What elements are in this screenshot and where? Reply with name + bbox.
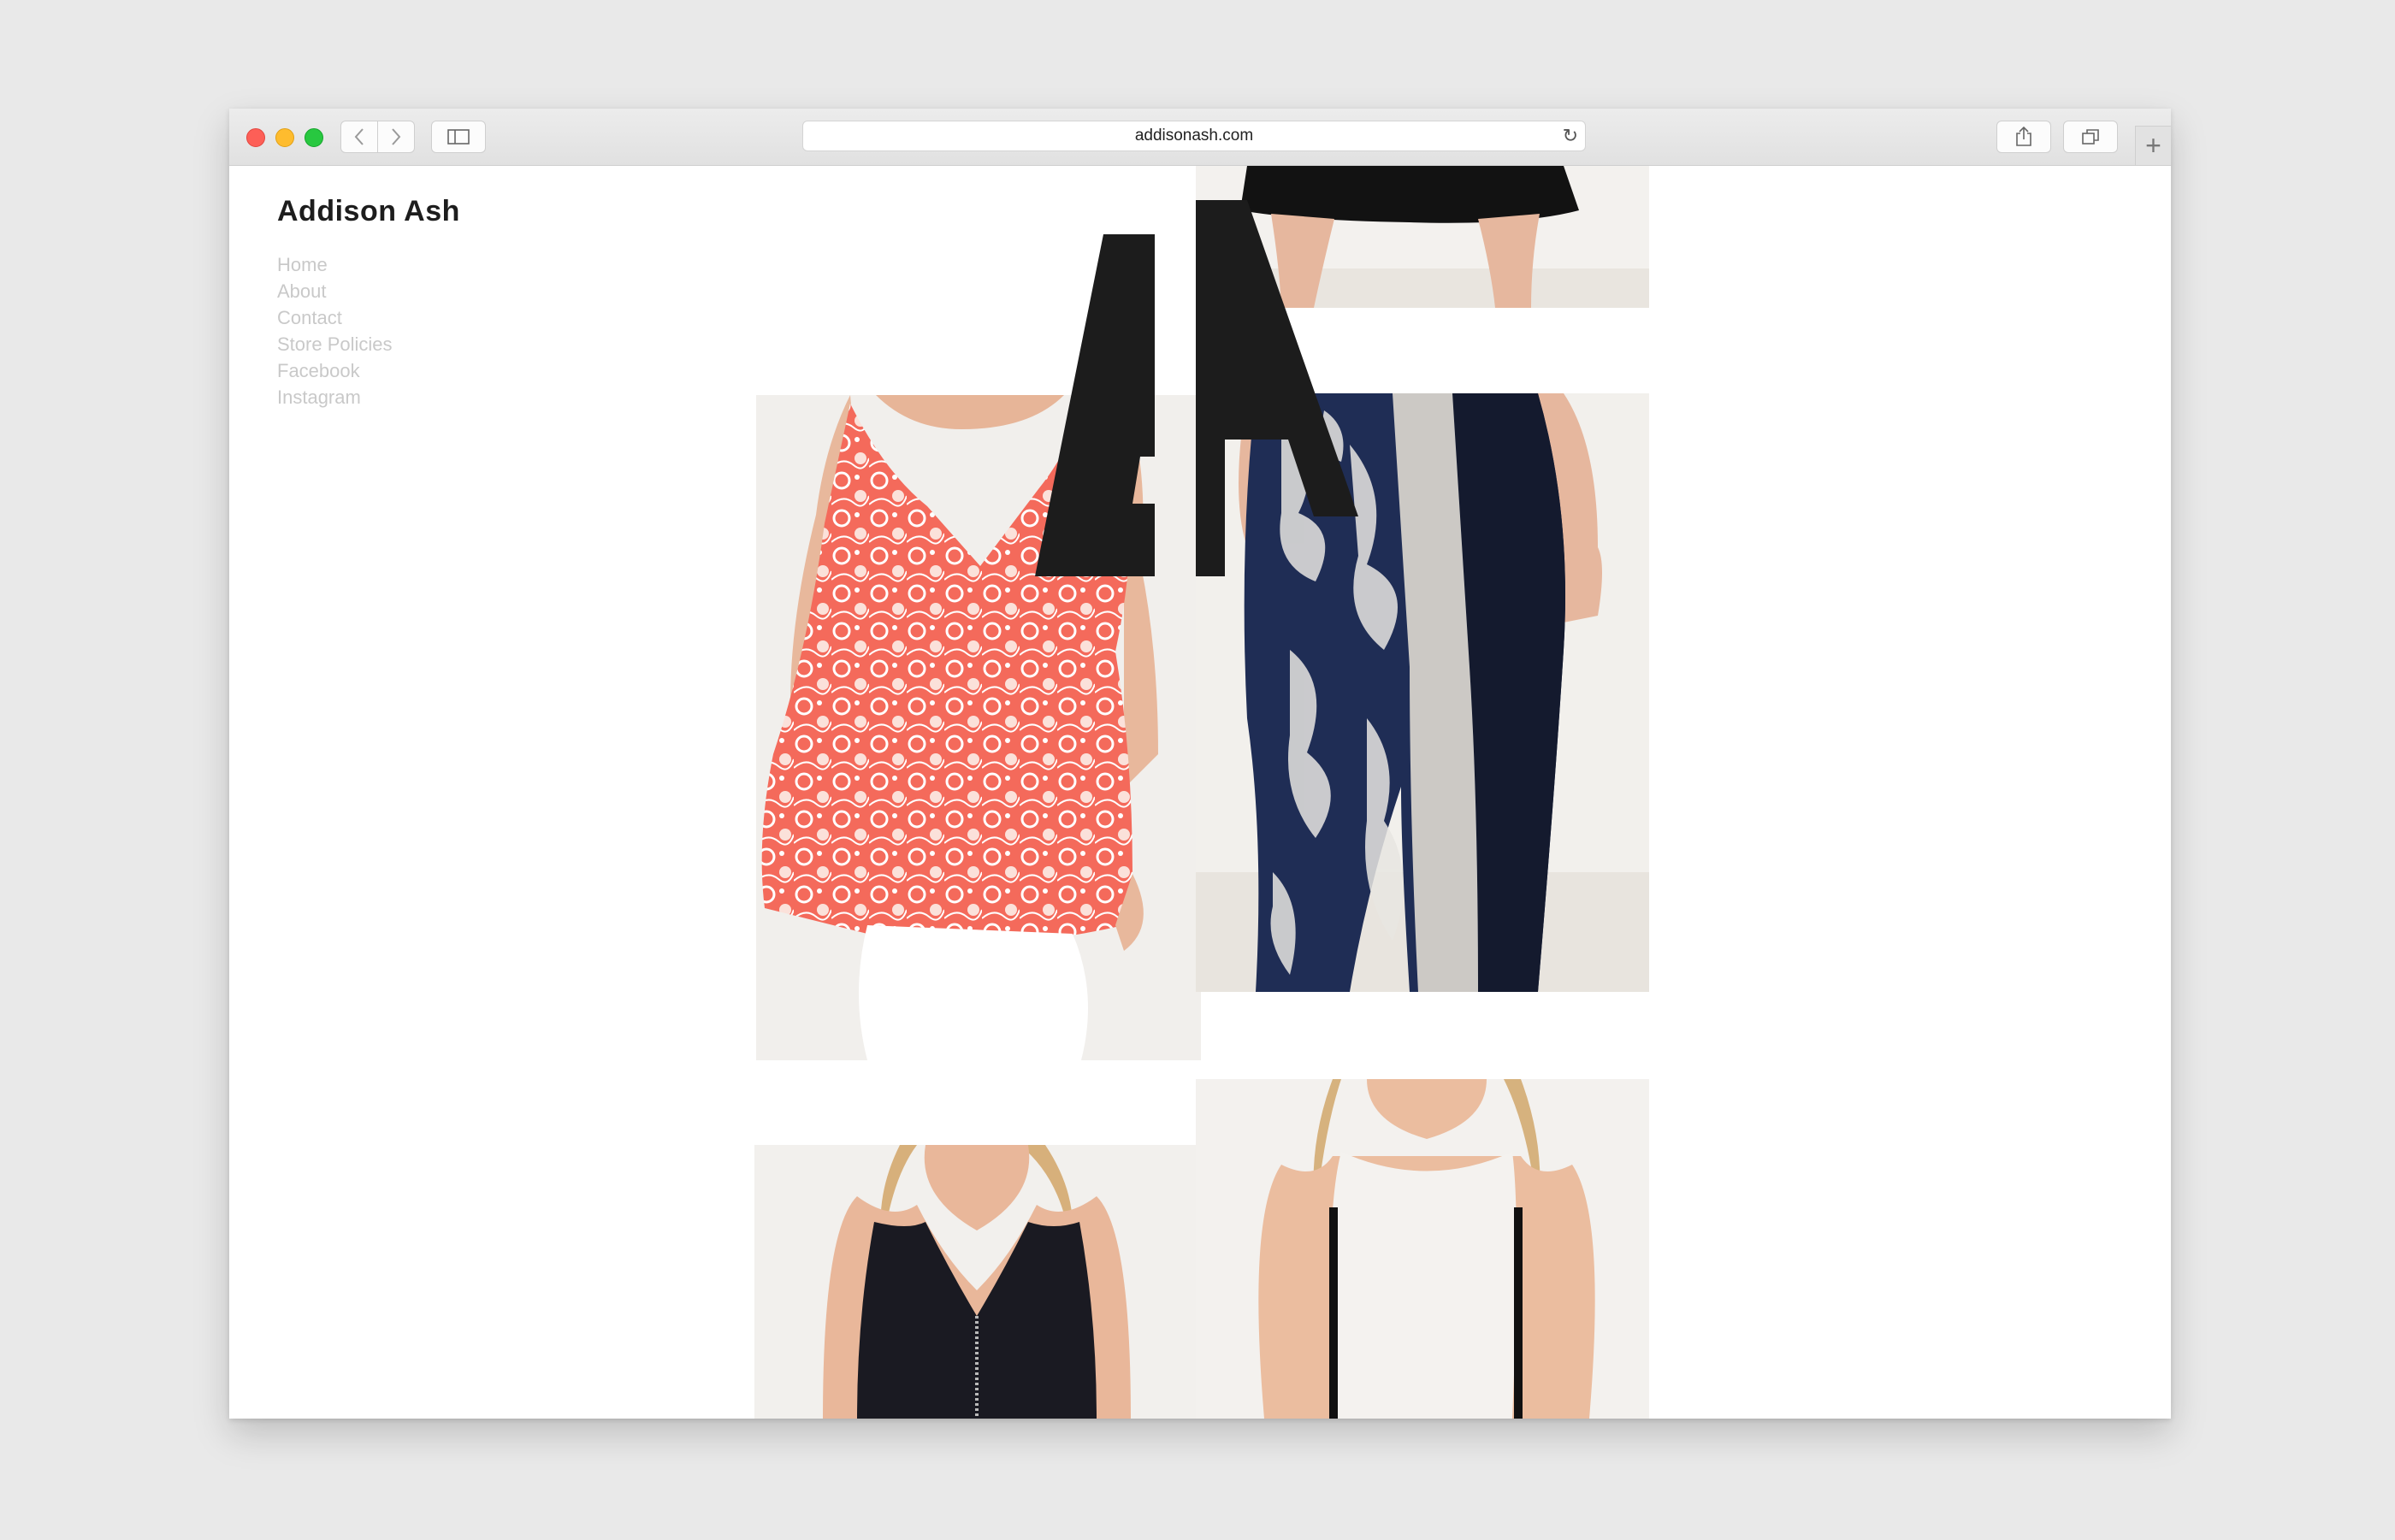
sidebar-icon — [447, 129, 470, 145]
browser-toolbar: addisonash.com ↻ + — [229, 109, 2171, 166]
chevron-left-icon — [354, 128, 364, 145]
product-photo-black-zip-top[interactable] — [754, 1145, 1198, 1419]
back-button[interactable] — [340, 121, 378, 153]
nav-store-policies[interactable]: Store Policies — [277, 331, 393, 357]
tabs-icon — [2082, 129, 2099, 145]
nav-home[interactable]: Home — [277, 251, 393, 278]
forward-button[interactable] — [377, 121, 415, 153]
minimize-window-button[interactable] — [275, 128, 294, 147]
nav-about[interactable]: About — [277, 278, 393, 304]
sidebar-toggle-button[interactable] — [431, 121, 486, 153]
product-photo-white-panel-top[interactable] — [1196, 1079, 1649, 1419]
page-content: Addison Ash Home About Contact Store Pol… — [229, 166, 2171, 1419]
chevron-right-icon — [392, 128, 401, 145]
site-title[interactable]: Addison Ash — [277, 195, 460, 228]
address-bar[interactable]: addisonash.com ↻ — [802, 121, 1586, 151]
nav-contact[interactable]: Contact — [277, 304, 393, 331]
close-window-button[interactable] — [246, 128, 265, 147]
reload-icon[interactable]: ↻ — [1563, 121, 1578, 150]
share-button[interactable] — [1996, 121, 2051, 153]
new-tab-button[interactable]: + — [2135, 126, 2171, 165]
share-icon — [2016, 127, 2031, 146]
nav-instagram[interactable]: Instagram — [277, 384, 393, 410]
tab-overview-button[interactable] — [2063, 121, 2118, 153]
addison-ash-logo — [1035, 200, 1358, 576]
site-nav: Home About Contact Store Policies Facebo… — [277, 251, 393, 410]
url-text: addisonash.com — [1134, 127, 1254, 145]
nav-facebook[interactable]: Facebook — [277, 357, 393, 384]
browser-window: addisonash.com ↻ + Addison Ash Home Abou… — [229, 109, 2171, 1419]
zoom-window-button[interactable] — [305, 128, 323, 147]
